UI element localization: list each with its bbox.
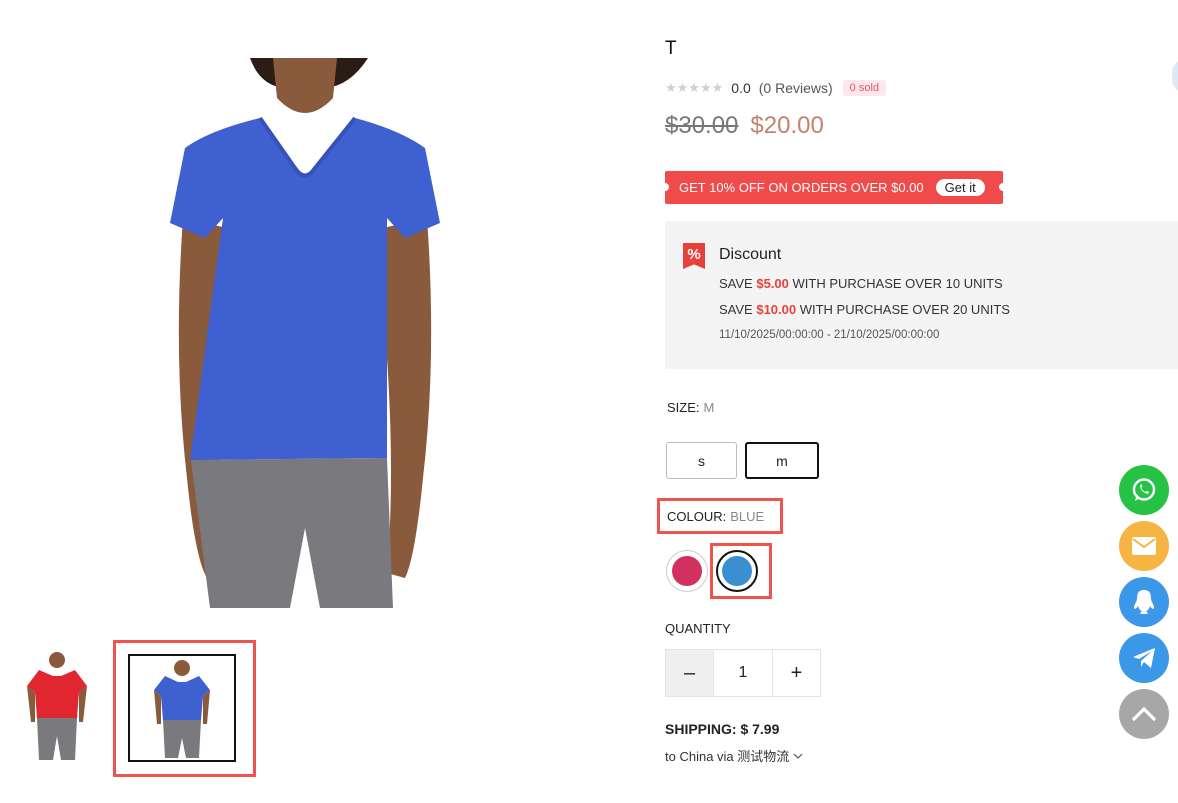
reviews-link[interactable]: (0 Reviews) — [759, 80, 833, 96]
shipping-destination: to China via 测试物流 — [665, 749, 790, 764]
sold-badge: 0 sold — [842, 80, 887, 96]
sale-price: $20.00 — [750, 112, 824, 139]
quantity-stepper: – 1 + — [665, 649, 821, 697]
size-option-s[interactable]: s — [666, 442, 737, 479]
discount-tier-2: SAVE $10.00 WITH PURCHASE OVER 20 UNITS — [719, 302, 1010, 317]
product-title: T — [665, 38, 677, 59]
chevron-down-icon — [793, 753, 803, 759]
quantity-label: QUANTITY — [665, 621, 731, 636]
red-swatch — [672, 556, 702, 586]
rating-row: ★★★★★ 0.0 (0 Reviews) 0 sold — [665, 80, 887, 96]
price-row: $30.00 $20.00 — [665, 112, 824, 140]
thumbnail-red-shirt[interactable] — [25, 652, 89, 762]
blue-swatch — [722, 556, 752, 586]
discount-panel: % Discount SAVE $5.00 WITH PURCHASE OVER… — [665, 221, 1178, 369]
main-product-image — [165, 58, 445, 608]
thumbnail-blue-shirt[interactable] — [128, 654, 236, 762]
size-selected-value: M — [703, 400, 715, 415]
discount-dates: 11/10/2025/00:00:00 - 21/10/2025/00:00:0… — [719, 329, 940, 341]
coupon-text: GET 10% OFF ON ORDERS OVER $0.00 — [679, 180, 924, 195]
original-price: $30.00 — [665, 112, 739, 139]
shipping-cost: SHIPPING: $ 7.99 — [665, 721, 780, 737]
colour-label: COLOUR: BLUE — [667, 509, 765, 524]
rating-stars-icon: ★★★★★ — [665, 80, 724, 95]
colour-selected-value: BLUE — [730, 509, 765, 524]
telegram-button[interactable] — [1119, 633, 1169, 683]
shipping-destination-selector[interactable]: to China via 测试物流 — [665, 746, 803, 765]
size-label: SIZE: M — [667, 400, 715, 415]
scroll-top-icon — [1131, 706, 1157, 722]
quantity-increase-button[interactable]: + — [773, 650, 820, 696]
colour-option-red[interactable] — [666, 550, 708, 592]
rating-value: 0.0 — [731, 80, 751, 96]
size-option-m[interactable]: m — [745, 442, 819, 479]
percent-icon: % — [683, 243, 705, 269]
mail-icon — [1132, 537, 1156, 555]
telegram-icon — [1133, 648, 1155, 668]
qq-button[interactable] — [1119, 577, 1169, 627]
scroll-top-button[interactable] — [1119, 689, 1169, 739]
qq-icon — [1134, 590, 1154, 614]
discount-title: Discount — [719, 246, 782, 263]
email-button[interactable] — [1119, 521, 1169, 571]
colour-option-blue[interactable] — [716, 550, 758, 592]
whatsapp-button[interactable] — [1119, 465, 1169, 515]
side-edge-tab[interactable] — [1172, 60, 1178, 92]
get-coupon-button[interactable]: Get it — [935, 179, 985, 196]
discount-tier-1: SAVE $5.00 WITH PURCHASE OVER 10 UNITS — [719, 276, 1003, 291]
coupon-banner: GET 10% OFF ON ORDERS OVER $0.00 Get it — [661, 171, 1007, 204]
whatsapp-icon — [1132, 478, 1156, 501]
quantity-input[interactable]: 1 — [713, 650, 773, 696]
quantity-decrease-button[interactable]: – — [666, 650, 713, 696]
